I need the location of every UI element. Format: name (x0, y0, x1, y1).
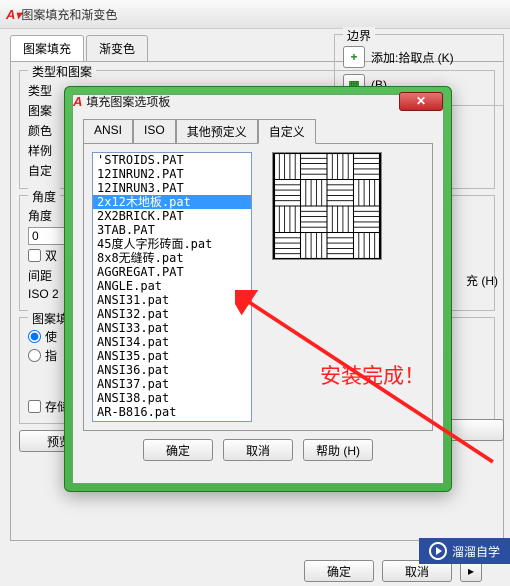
specified-radio[interactable] (28, 349, 41, 362)
play-icon (429, 542, 447, 560)
group-type-legend: 类型和图案 (28, 63, 96, 80)
list-item[interactable]: 3TAB.PAT (93, 223, 251, 237)
watermark-text: 溜溜自学 (452, 543, 500, 560)
list-item[interactable]: ANSI35.pat (93, 349, 251, 363)
list-item[interactable]: 'STROIDS.PAT (93, 153, 251, 167)
list-item[interactable]: ANSI38.pat (93, 391, 251, 405)
add-pick-icon[interactable]: + (343, 46, 365, 68)
boundary-legend: 边界 (343, 27, 375, 44)
specified-label: 指 (45, 347, 57, 364)
modal-cancel-button[interactable]: 取消 (223, 439, 293, 461)
tab-iso[interactable]: ISO (133, 119, 176, 144)
list-item[interactable]: AR-B816C.pat (93, 419, 251, 422)
tab-gradient[interactable]: 渐变色 (86, 35, 148, 61)
list-item[interactable]: ANSI32.pat (93, 307, 251, 321)
tab-other[interactable]: 其他预定义 (176, 119, 258, 144)
modal-title: 填充图案选项板 (86, 93, 399, 110)
pattern-listbox[interactable]: 'STROIDS.PAT12INRUN2.PAT12INRUN3.PAT2x12… (92, 152, 252, 422)
app-icon: A▾ (6, 7, 21, 22)
list-item[interactable]: ANSI37.pat (93, 377, 251, 391)
list-item[interactable]: ANSI34.pat (93, 335, 251, 349)
save-default-checkbox[interactable] (28, 400, 41, 413)
close-button[interactable]: ✕ (399, 92, 443, 111)
double-label: 双 (45, 247, 57, 264)
list-item[interactable]: ANSI33.pat (93, 321, 251, 335)
list-item[interactable]: 12INRUN3.PAT (93, 181, 251, 195)
list-item[interactable]: 12INRUN2.PAT (93, 167, 251, 181)
use-label: 使 (45, 328, 57, 345)
use-radio[interactable] (28, 330, 41, 343)
modal-help-button[interactable]: 帮助 (H) (303, 439, 373, 461)
parent-ok-button[interactable]: 确定 (304, 560, 374, 582)
list-item[interactable]: AR-B816.pat (93, 405, 251, 419)
list-item[interactable]: AGGREGAT.PAT (93, 265, 251, 279)
watermark: 溜溜自学 (419, 538, 510, 564)
list-item[interactable]: 8x8无缝砖.pat (93, 251, 251, 265)
list-item[interactable]: ANGLE.pat (93, 279, 251, 293)
window-title: 图案填充和渐变色 (21, 6, 504, 23)
double-checkbox[interactable] (28, 249, 41, 262)
list-item[interactable]: 2x12木地板.pat (93, 195, 251, 209)
list-item[interactable]: ANSI36.pat (93, 363, 251, 377)
modal-app-icon: A (73, 94, 82, 109)
pattern-palette-dialog: A 填充图案选项板 ✕ ANSI ISO 其他预定义 自定义 'STROIDS.… (64, 86, 452, 492)
pattern-preview (272, 152, 382, 260)
modal-tabs: ANSI ISO 其他预定义 自定义 (83, 119, 433, 144)
list-item[interactable]: ANSI31.pat (93, 293, 251, 307)
list-item[interactable]: 2X2BRICK.PAT (93, 209, 251, 223)
group-angle-legend: 角度 (28, 188, 60, 205)
add-pick-label: 添加:拾取点 (K) (371, 49, 454, 66)
tab-ansi[interactable]: ANSI (83, 119, 133, 144)
modal-ok-button[interactable]: 确定 (143, 439, 213, 461)
tab-custom[interactable]: 自定义 (258, 119, 316, 144)
list-item[interactable]: 45度人字形砖面.pat (93, 237, 251, 251)
tab-hatch[interactable]: 图案填充 (10, 35, 84, 61)
